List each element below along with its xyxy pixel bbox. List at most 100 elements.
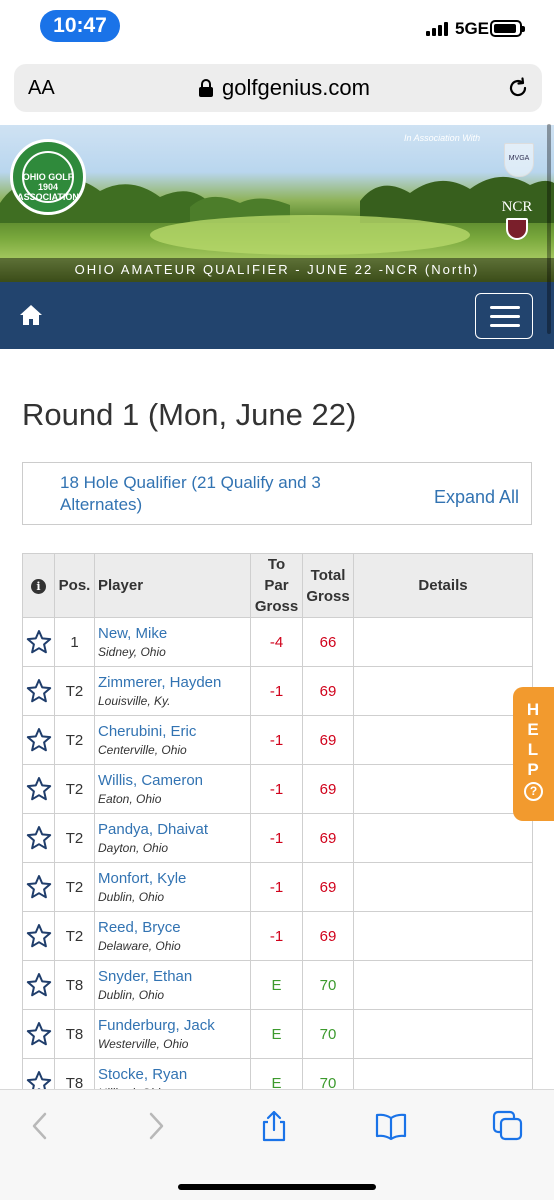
player-hometown: Dublin, Ohio bbox=[98, 987, 165, 1002]
details-cell[interactable] bbox=[353, 764, 533, 814]
favorite-cell[interactable] bbox=[22, 764, 55, 814]
details-cell[interactable] bbox=[353, 911, 533, 961]
url-text[interactable]: golfgenius.com bbox=[222, 75, 370, 101]
player-name-link[interactable]: Snyder, Ethan bbox=[98, 967, 250, 986]
details-cell[interactable] bbox=[353, 862, 533, 912]
player-cell[interactable]: Willis, Cameron Eaton, Ohio bbox=[94, 764, 251, 814]
to-par-score: -1 bbox=[250, 764, 303, 814]
player-cell[interactable]: Cherubini, Eric Centerville, Ohio bbox=[94, 715, 251, 765]
player-name-link[interactable]: Zimmerer, Hayden bbox=[98, 673, 250, 692]
qualifier-title-link[interactable]: 18 Hole Qualifier (21 Qualify and 3 Alte… bbox=[60, 472, 380, 516]
favorite-star-icon[interactable] bbox=[26, 923, 52, 949]
favorite-cell[interactable] bbox=[22, 666, 55, 716]
back-chevron-icon[interactable] bbox=[24, 1110, 56, 1142]
expand-all-link[interactable]: Expand All bbox=[434, 487, 519, 508]
position: T2 bbox=[54, 764, 95, 814]
status-time[interactable]: 10:47 bbox=[40, 10, 120, 42]
address-bar[interactable]: AA golfgenius.com bbox=[14, 64, 542, 112]
favorite-cell[interactable] bbox=[22, 1009, 55, 1059]
player-cell[interactable]: Funderburg, Jack Westerville, Ohio bbox=[94, 1009, 251, 1059]
to-par-score: -1 bbox=[250, 666, 303, 716]
total-header-line1: Total bbox=[310, 566, 346, 584]
favorite-star-icon[interactable] bbox=[26, 874, 52, 900]
scroll-indicator[interactable] bbox=[547, 124, 551, 334]
fairway bbox=[150, 215, 470, 255]
player-name-link[interactable]: Willis, Cameron bbox=[98, 771, 250, 790]
favorite-cell[interactable] bbox=[22, 617, 55, 667]
text-size-button[interactable]: AA bbox=[28, 77, 55, 100]
home-icon[interactable] bbox=[19, 304, 43, 326]
table-row[interactable]: T8 Funderburg, Jack Westerville, Ohio E 70 bbox=[22, 1009, 533, 1059]
table-header-row: i Pos. Player To Par Gross Total Gross D… bbox=[22, 553, 533, 618]
player-hometown: Dublin, Ohio bbox=[98, 889, 165, 904]
home-indicator[interactable] bbox=[178, 1184, 376, 1190]
table-row[interactable]: T2 Zimmerer, Hayden Louisville, Ky. -1 69 bbox=[22, 666, 533, 716]
help-question-icon: ? bbox=[524, 782, 543, 801]
total-score: 69 bbox=[302, 813, 354, 863]
table-row[interactable]: T2 Willis, Cameron Eaton, Ohio -1 69 bbox=[22, 764, 533, 814]
favorite-star-icon[interactable] bbox=[26, 776, 52, 802]
favorite-star-icon[interactable] bbox=[26, 1021, 52, 1047]
table-row[interactable]: T2 Pandya, Dhaivat Dayton, Ohio -1 69 bbox=[22, 813, 533, 863]
details-cell[interactable] bbox=[353, 715, 533, 765]
position: T8 bbox=[54, 1009, 95, 1059]
favorite-cell[interactable] bbox=[22, 813, 55, 863]
player-name-link[interactable]: Cherubini, Eric bbox=[98, 722, 250, 741]
table-row[interactable]: T8 Snyder, Ethan Dublin, Ohio E 70 bbox=[22, 960, 533, 1010]
site-navbar bbox=[0, 282, 554, 349]
favorite-cell[interactable] bbox=[22, 862, 55, 912]
association-note: In Association With bbox=[404, 133, 481, 143]
table-row[interactable]: T2 Cherubini, Eric Centerville, Ohio -1 69 bbox=[22, 715, 533, 765]
player-cell[interactable]: Zimmerer, Hayden Louisville, Ky. bbox=[94, 666, 251, 716]
help-letter: L bbox=[527, 740, 540, 759]
player-name-link[interactable]: Reed, Bryce bbox=[98, 918, 250, 937]
banner-caption: OHIO AMATEUR QUALIFIER - JUNE 22 -NCR (N… bbox=[0, 258, 554, 282]
reload-icon[interactable] bbox=[506, 76, 530, 100]
signal-bars-icon bbox=[426, 20, 452, 36]
to-par-score: -1 bbox=[250, 911, 303, 961]
info-header[interactable]: i bbox=[22, 553, 55, 618]
info-icon[interactable]: i bbox=[31, 579, 46, 594]
position: T2 bbox=[54, 666, 95, 716]
details-header: Details bbox=[353, 553, 533, 618]
player-name-link[interactable]: New, Mike bbox=[98, 624, 250, 643]
player-name-link[interactable]: Pandya, Dhaivat bbox=[98, 820, 250, 839]
details-cell[interactable] bbox=[353, 960, 533, 1010]
player-header: Player bbox=[94, 553, 251, 618]
favorite-cell[interactable] bbox=[22, 715, 55, 765]
favorite-star-icon[interactable] bbox=[26, 629, 52, 655]
position: T2 bbox=[54, 813, 95, 863]
player-name-link[interactable]: Funderburg, Jack bbox=[98, 1016, 250, 1035]
share-icon[interactable] bbox=[258, 1110, 290, 1142]
status-bar: 10:47 5GE bbox=[0, 0, 554, 52]
favorite-star-icon[interactable] bbox=[26, 972, 52, 998]
player-cell[interactable]: Reed, Bryce Delaware, Ohio bbox=[94, 911, 251, 961]
tabs-icon[interactable] bbox=[492, 1110, 524, 1142]
player-cell[interactable]: Monfort, Kyle Dublin, Ohio bbox=[94, 862, 251, 912]
favorite-cell[interactable] bbox=[22, 960, 55, 1010]
player-name-link[interactable]: Monfort, Kyle bbox=[98, 869, 250, 888]
table-row[interactable]: 1 New, Mike Sidney, Ohio -4 66 bbox=[22, 617, 533, 667]
bookmarks-icon[interactable] bbox=[375, 1110, 407, 1142]
player-cell[interactable]: New, Mike Sidney, Ohio bbox=[94, 617, 251, 667]
to-par-score: E bbox=[250, 960, 303, 1010]
favorite-cell[interactable] bbox=[22, 911, 55, 961]
details-cell[interactable] bbox=[353, 1009, 533, 1059]
table-row[interactable]: T2 Monfort, Kyle Dublin, Ohio -1 69 bbox=[22, 862, 533, 912]
position: T8 bbox=[54, 960, 95, 1010]
player-hometown: Westerville, Ohio bbox=[98, 1036, 189, 1051]
hamburger-menu-button[interactable] bbox=[475, 293, 533, 339]
favorite-star-icon[interactable] bbox=[26, 825, 52, 851]
position: T2 bbox=[54, 862, 95, 912]
details-cell[interactable] bbox=[353, 617, 533, 667]
details-cell[interactable] bbox=[353, 666, 533, 716]
favorite-star-icon[interactable] bbox=[26, 727, 52, 753]
player-cell[interactable]: Pandya, Dhaivat Dayton, Ohio bbox=[94, 813, 251, 863]
player-name-link[interactable]: Stocke, Ryan bbox=[98, 1065, 250, 1084]
table-row[interactable]: T2 Reed, Bryce Delaware, Ohio -1 69 bbox=[22, 911, 533, 961]
help-tab[interactable]: HELP ? bbox=[513, 687, 554, 821]
forward-chevron-icon[interactable] bbox=[140, 1110, 172, 1142]
player-cell[interactable]: Snyder, Ethan Dublin, Ohio bbox=[94, 960, 251, 1010]
details-cell[interactable] bbox=[353, 813, 533, 863]
favorite-star-icon[interactable] bbox=[26, 678, 52, 704]
